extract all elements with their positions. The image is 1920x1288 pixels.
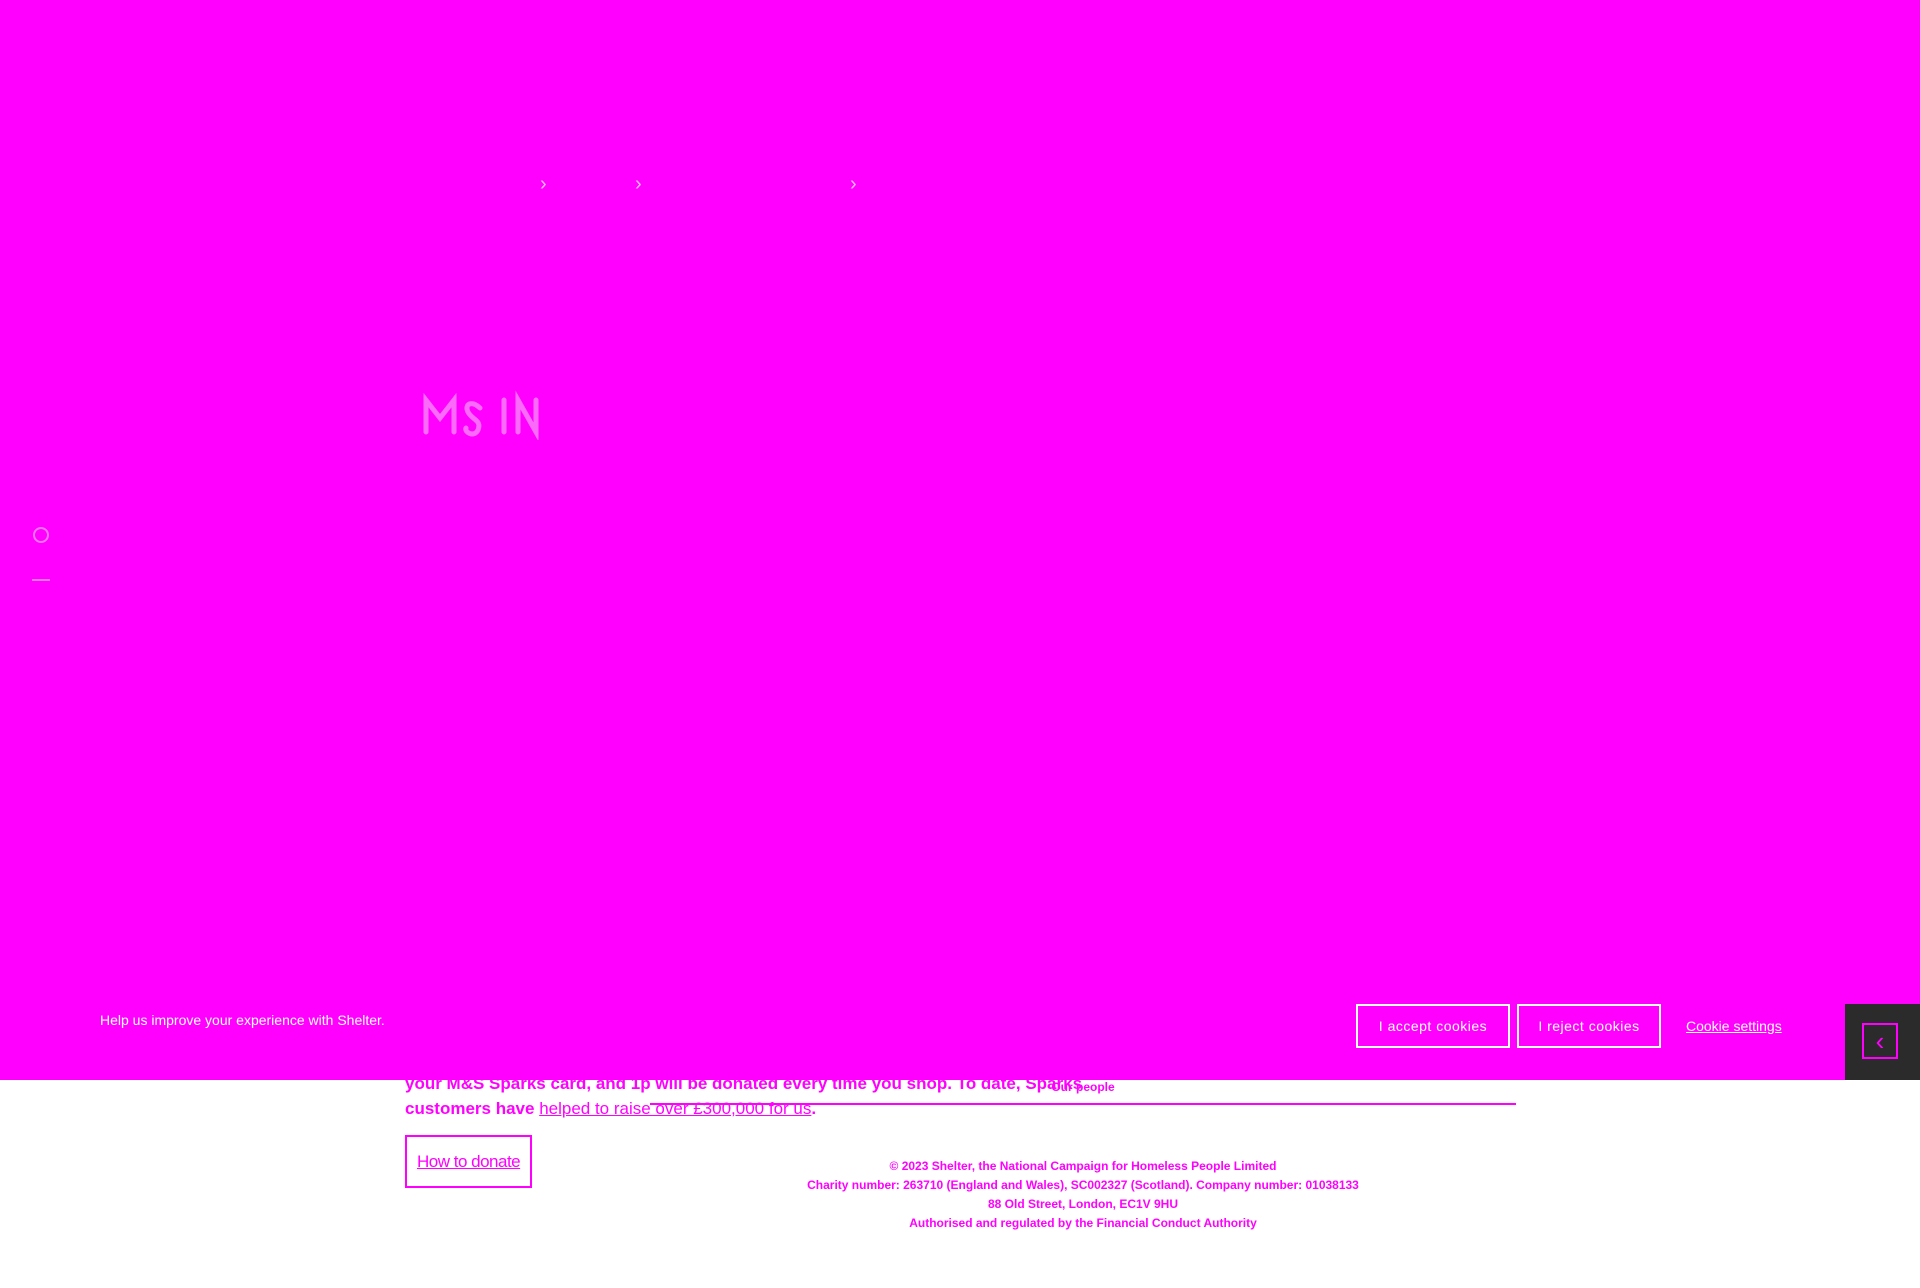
footer-divider	[650, 1103, 1516, 1105]
reject-cookies-button[interactable]: I reject cookies	[1517, 1004, 1661, 1048]
partner-logo	[418, 385, 548, 454]
footer-copyright: © 2023 Shelter, the National Campaign fo…	[889, 1159, 1277, 1173]
side-toggle-panel: ‹	[1845, 1004, 1920, 1080]
side-share-icon[interactable]	[30, 524, 52, 552]
breadcrumb-chevron-icon: ›	[635, 173, 642, 195]
page-background	[0, 0, 1920, 1080]
partner-logo-icon	[423, 390, 539, 442]
chevron-left-icon[interactable]: ‹	[1862, 1023, 1898, 1059]
footer-fca: Authorised and regulated by the Financia…	[909, 1216, 1257, 1230]
cookie-settings-link[interactable]: Cookie settings	[1686, 1018, 1782, 1034]
how-to-donate-button[interactable]: How to donate	[405, 1135, 533, 1188]
breadcrumb-chevron-icon: ›	[850, 173, 857, 195]
site-footer: Our people © 2023 Shelter, the National …	[650, 1078, 1516, 1233]
our-people-link[interactable]: Our people	[650, 1078, 1516, 1097]
accept-cookies-button[interactable]: I accept cookies	[1356, 1004, 1510, 1048]
side-menu-icon[interactable]	[30, 568, 52, 591]
breadcrumb-chevron-icon: ›	[540, 173, 547, 195]
cookie-banner: Help us improve your experience with She…	[0, 1004, 1845, 1080]
footer-address: 88 Old Street, London, EC1V 9HU	[987, 1197, 1179, 1211]
footer-charity-number: Charity number: 263710 (England and Wale…	[807, 1178, 1359, 1192]
cookie-message: Help us improve your experience with She…	[100, 1012, 385, 1028]
